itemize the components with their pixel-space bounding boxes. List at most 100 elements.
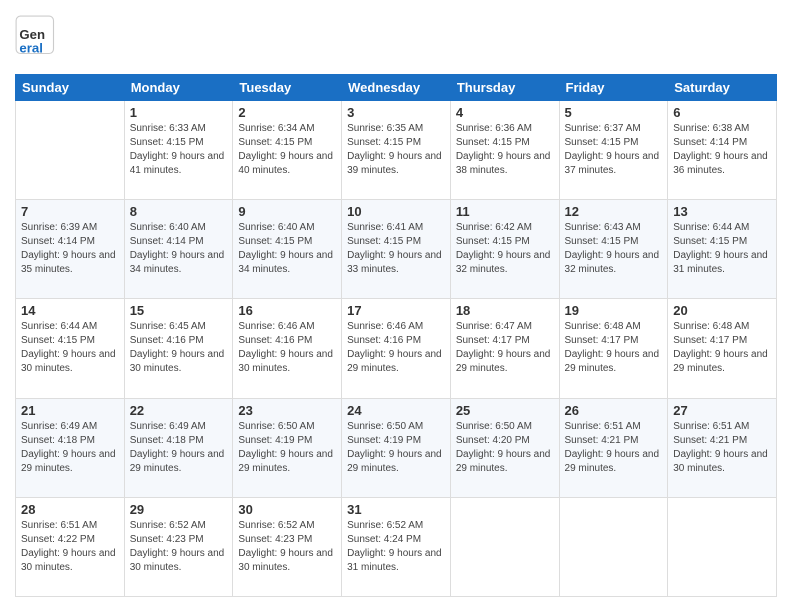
header-day-sunday: Sunday bbox=[16, 75, 125, 101]
day-info: Sunrise: 6:43 AMSunset: 4:15 PMDaylight:… bbox=[565, 221, 663, 277]
calendar-cell: 8 Sunrise: 6:40 AMSunset: 4:14 PMDaylight… bbox=[124, 200, 233, 299]
calendar-week-4: 21 Sunrise: 6:49 AMSunset: 4:18 PMDayligh… bbox=[16, 398, 777, 497]
calendar-week-5: 28 Sunrise: 6:51 AMSunset: 4:22 PMDayligh… bbox=[16, 497, 777, 596]
calendar-cell: 26 Sunrise: 6:51 AMSunset: 4:21 PMDayligh… bbox=[559, 398, 668, 497]
calendar-cell bbox=[450, 497, 559, 596]
calendar-cell: 24 Sunrise: 6:50 AMSunset: 4:19 PMDayligh… bbox=[342, 398, 451, 497]
calendar-cell: 27 Sunrise: 6:51 AMSunset: 4:21 PMDayligh… bbox=[668, 398, 777, 497]
day-number: 8 bbox=[130, 204, 228, 219]
day-info: Sunrise: 6:48 AMSunset: 4:17 PMDaylight:… bbox=[673, 320, 771, 376]
day-info: Sunrise: 6:44 AMSunset: 4:15 PMDaylight:… bbox=[21, 320, 119, 376]
day-number: 18 bbox=[456, 303, 554, 318]
day-info: Sunrise: 6:51 AMSunset: 4:21 PMDaylight:… bbox=[565, 420, 663, 476]
day-number: 5 bbox=[565, 105, 663, 120]
calendar-week-3: 14Sunrise: 6:44 AMSunset: 4:15 PMDayligh… bbox=[16, 299, 777, 398]
day-info: Sunrise: 6:51 AMSunset: 4:21 PMDaylight:… bbox=[673, 420, 771, 476]
header-day-wednesday: Wednesday bbox=[342, 75, 451, 101]
calendar-cell: 13 Sunrise: 6:44 AMSunset: 4:15 PMDayligh… bbox=[668, 200, 777, 299]
day-info: Sunrise: 6:36 AMSunset: 4:15 PMDaylight:… bbox=[456, 122, 554, 178]
calendar-cell: 6Sunrise: 6:38 AMSunset: 4:14 PMDaylight… bbox=[668, 101, 777, 200]
calendar-week-2: 7Sunrise: 6:39 AMSunset: 4:14 PMDaylight… bbox=[16, 200, 777, 299]
header-day-monday: Monday bbox=[124, 75, 233, 101]
day-info: Sunrise: 6:40 AMSunset: 4:15 PMDaylight:… bbox=[238, 221, 336, 277]
calendar-cell: 1Sunrise: 6:33 AMSunset: 4:15 PMDaylight… bbox=[124, 101, 233, 200]
day-number: 22 bbox=[130, 403, 228, 418]
calendar-cell: 2 Sunrise: 6:34 AMSunset: 4:15 PMDaylight… bbox=[233, 101, 342, 200]
day-number: 31 bbox=[347, 502, 445, 517]
day-info: Sunrise: 6:46 AMSunset: 4:16 PMDaylight:… bbox=[238, 320, 336, 376]
day-number: 27 bbox=[673, 403, 771, 418]
day-number: 6 bbox=[673, 105, 771, 120]
day-number: 25 bbox=[456, 403, 554, 418]
logo: Gen eral bbox=[15, 15, 63, 64]
calendar-cell: 28 Sunrise: 6:51 AMSunset: 4:22 PMDayligh… bbox=[16, 497, 125, 596]
calendar-cell: 14Sunrise: 6:44 AMSunset: 4:15 PMDayligh… bbox=[16, 299, 125, 398]
calendar-cell bbox=[16, 101, 125, 200]
day-info: Sunrise: 6:51 AMSunset: 4:22 PMDaylight:… bbox=[21, 519, 119, 575]
header-day-tuesday: Tuesday bbox=[233, 75, 342, 101]
calendar-cell: 25 Sunrise: 6:50 AMSunset: 4:20 PMDayligh… bbox=[450, 398, 559, 497]
day-info: Sunrise: 6:34 AMSunset: 4:15 PMDaylight:… bbox=[238, 122, 336, 178]
page: Gen eral SundayMondayTuesdayWednesdayThu… bbox=[0, 0, 792, 612]
calendar-cell: 12 Sunrise: 6:43 AMSunset: 4:15 PMDayligh… bbox=[559, 200, 668, 299]
day-number: 10 bbox=[347, 204, 445, 219]
day-info: Sunrise: 6:50 AMSunset: 4:19 PMDaylight:… bbox=[238, 420, 336, 476]
calendar-header-row: SundayMondayTuesdayWednesdayThursdayFrid… bbox=[16, 75, 777, 101]
calendar-cell: 30 Sunrise: 6:52 AMSunset: 4:23 PMDayligh… bbox=[233, 497, 342, 596]
header: Gen eral bbox=[15, 15, 777, 64]
header-day-thursday: Thursday bbox=[450, 75, 559, 101]
calendar-cell: 22Sunrise: 6:49 AMSunset: 4:18 PMDayligh… bbox=[124, 398, 233, 497]
day-number: 17 bbox=[347, 303, 445, 318]
calendar-cell: 11 Sunrise: 6:42 AMSunset: 4:15 PMDayligh… bbox=[450, 200, 559, 299]
day-number: 26 bbox=[565, 403, 663, 418]
day-number: 24 bbox=[347, 403, 445, 418]
day-number: 4 bbox=[456, 105, 554, 120]
calendar-cell: 17Sunrise: 6:46 AMSunset: 4:16 PMDayligh… bbox=[342, 299, 451, 398]
day-info: Sunrise: 6:49 AMSunset: 4:18 PMDaylight:… bbox=[21, 420, 119, 476]
calendar-cell: 3Sunrise: 6:35 AMSunset: 4:15 PMDaylight… bbox=[342, 101, 451, 200]
calendar-table: SundayMondayTuesdayWednesdayThursdayFrid… bbox=[15, 74, 777, 597]
day-number: 16 bbox=[238, 303, 336, 318]
logo-icon: Gen eral bbox=[15, 15, 59, 59]
day-number: 11 bbox=[456, 204, 554, 219]
calendar-cell bbox=[559, 497, 668, 596]
day-number: 13 bbox=[673, 204, 771, 219]
day-number: 1 bbox=[130, 105, 228, 120]
calendar-cell: 5 Sunrise: 6:37 AMSunset: 4:15 PMDaylight… bbox=[559, 101, 668, 200]
day-info: Sunrise: 6:50 AMSunset: 4:20 PMDaylight:… bbox=[456, 420, 554, 476]
day-number: 21 bbox=[21, 403, 119, 418]
calendar-week-1: 1Sunrise: 6:33 AMSunset: 4:15 PMDaylight… bbox=[16, 101, 777, 200]
calendar-cell: 19Sunrise: 6:48 AMSunset: 4:17 PMDayligh… bbox=[559, 299, 668, 398]
day-number: 9 bbox=[238, 204, 336, 219]
calendar-cell: 4 Sunrise: 6:36 AMSunset: 4:15 PMDaylight… bbox=[450, 101, 559, 200]
day-info: Sunrise: 6:52 AMSunset: 4:23 PMDaylight:… bbox=[238, 519, 336, 575]
day-number: 23 bbox=[238, 403, 336, 418]
calendar-cell: 7Sunrise: 6:39 AMSunset: 4:14 PMDaylight… bbox=[16, 200, 125, 299]
day-info: Sunrise: 6:42 AMSunset: 4:15 PMDaylight:… bbox=[456, 221, 554, 277]
day-info: Sunrise: 6:35 AMSunset: 4:15 PMDaylight:… bbox=[347, 122, 445, 178]
day-number: 30 bbox=[238, 502, 336, 517]
calendar-cell: 10Sunrise: 6:41 AMSunset: 4:15 PMDayligh… bbox=[342, 200, 451, 299]
day-info: Sunrise: 6:45 AMSunset: 4:16 PMDaylight:… bbox=[130, 320, 228, 376]
day-info: Sunrise: 6:40 AMSunset: 4:14 PMDaylight:… bbox=[130, 221, 228, 277]
calendar-cell: 20 Sunrise: 6:48 AMSunset: 4:17 PMDayligh… bbox=[668, 299, 777, 398]
calendar-cell: 16 Sunrise: 6:46 AMSunset: 4:16 PMDayligh… bbox=[233, 299, 342, 398]
calendar-cell bbox=[668, 497, 777, 596]
day-number: 20 bbox=[673, 303, 771, 318]
day-info: Sunrise: 6:50 AMSunset: 4:19 PMDaylight:… bbox=[347, 420, 445, 476]
day-number: 2 bbox=[238, 105, 336, 120]
calendar-cell: 23 Sunrise: 6:50 AMSunset: 4:19 PMDayligh… bbox=[233, 398, 342, 497]
day-number: 7 bbox=[21, 204, 119, 219]
day-info: Sunrise: 6:52 AMSunset: 4:23 PMDaylight:… bbox=[130, 519, 228, 575]
day-info: Sunrise: 6:52 AMSunset: 4:24 PMDaylight:… bbox=[347, 519, 445, 575]
calendar-cell: 15 Sunrise: 6:45 AMSunset: 4:16 PMDayligh… bbox=[124, 299, 233, 398]
day-info: Sunrise: 6:44 AMSunset: 4:15 PMDaylight:… bbox=[673, 221, 771, 277]
header-day-saturday: Saturday bbox=[668, 75, 777, 101]
day-number: 15 bbox=[130, 303, 228, 318]
day-number: 28 bbox=[21, 502, 119, 517]
calendar-cell: 21 Sunrise: 6:49 AMSunset: 4:18 PMDayligh… bbox=[16, 398, 125, 497]
day-number: 12 bbox=[565, 204, 663, 219]
day-info: Sunrise: 6:47 AMSunset: 4:17 PMDaylight:… bbox=[456, 320, 554, 376]
calendar-cell: 18 Sunrise: 6:47 AMSunset: 4:17 PMDayligh… bbox=[450, 299, 559, 398]
day-info: Sunrise: 6:37 AMSunset: 4:15 PMDaylight:… bbox=[565, 122, 663, 178]
